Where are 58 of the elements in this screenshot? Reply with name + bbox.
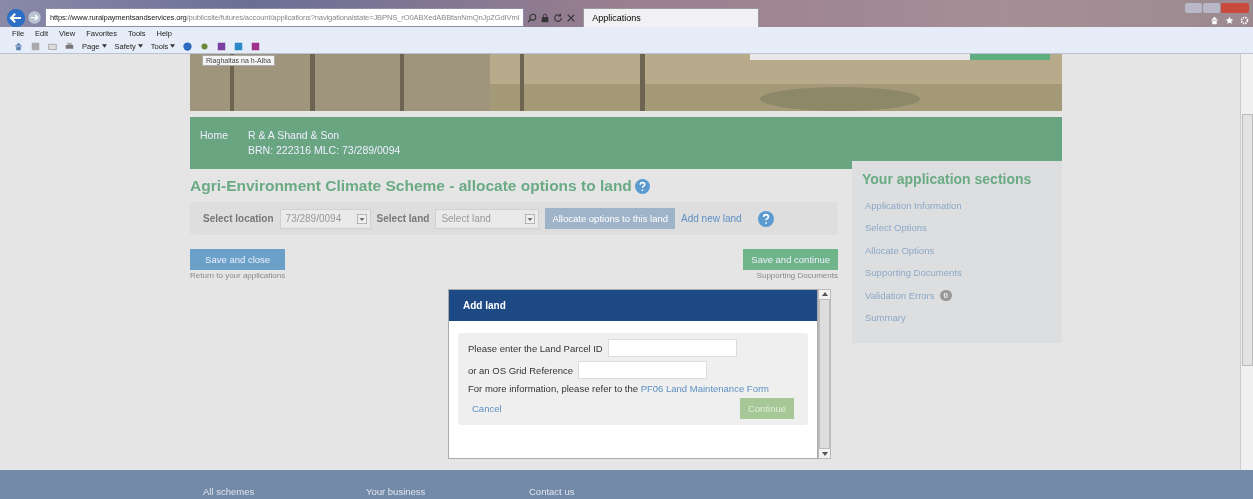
page-title: Agri-Environment Climate Scheme - allocate options to land <box>190 177 632 195</box>
business-name: R & A Shand & Son <box>248 129 341 141</box>
close-icon[interactable] <box>566 12 577 23</box>
home-icon[interactable] <box>14 41 23 51</box>
scroll-up-icon[interactable] <box>821 292 828 296</box>
location-dropdown[interactable]: 73/289/0094 <box>279 208 371 229</box>
field-label: Select land <box>376 213 430 224</box>
footer-link[interactable]: Your business <box>366 486 529 499</box>
help-icon[interactable] <box>634 178 650 194</box>
cancel-link[interactable]: Cancel <box>472 403 502 414</box>
footer-link[interactable]: All schemes <box>203 486 366 499</box>
section-link[interactable]: Allocate Options <box>865 244 935 256</box>
scrollbar[interactable] <box>818 289 831 459</box>
section-link[interactable]: Summary <box>865 312 906 324</box>
field-label: Please enter the Land Parcel ID <box>468 342 603 354</box>
save-continue-button[interactable]: Save and continue <box>743 249 838 270</box>
field-label: Select location <box>203 213 274 224</box>
star-icon[interactable] <box>1225 15 1234 25</box>
print-icon[interactable] <box>65 41 74 51</box>
section-link[interactable]: Select Options <box>865 222 927 234</box>
parcel-id-field[interactable] <box>607 339 737 357</box>
section-link[interactable]: Application Information <box>865 199 962 211</box>
dialog-title: Add land <box>463 300 506 311</box>
field-label: or an OS Grid Reference <box>468 364 574 376</box>
page-scrollbar[interactable] <box>1240 54 1253 470</box>
count-badge: 0 <box>939 289 952 301</box>
caret-icon <box>170 44 176 48</box>
land-dropdown[interactable]: Select land <box>435 208 540 229</box>
button-caption: Supporting Documents <box>756 271 838 280</box>
business-ids: BRN: 222316 MLC: 73/289/0094 <box>248 144 401 156</box>
caret-icon <box>101 44 107 48</box>
add-land-link[interactable]: Add new land <box>681 213 742 224</box>
home-link[interactable]: Home <box>200 129 228 169</box>
info-text: For more information, please refer to the PF06 Land Maintenance Form <box>468 383 770 394</box>
button-caption: Return to your applications <box>190 271 286 280</box>
help-icon[interactable] <box>183 41 193 51</box>
caret-icon <box>356 213 367 224</box>
section-link[interactable]: Supporting Documents <box>865 267 962 279</box>
section-link[interactable]: Validation Errors <box>865 289 935 301</box>
settings-icon[interactable] <box>1240 15 1249 25</box>
help-icon[interactable] <box>757 210 774 227</box>
mail-icon[interactable] <box>48 41 57 51</box>
back-icon[interactable] <box>6 7 26 28</box>
browser-tab[interactable]: Applications <box>583 8 760 27</box>
window-controls[interactable] <box>1185 2 1249 13</box>
home-icon[interactable] <box>1210 15 1219 25</box>
form-link[interactable]: PF06 Land Maintenance Form <box>640 383 769 394</box>
refresh-icon[interactable] <box>553 12 564 23</box>
footer-link[interactable]: Contact us <box>529 486 692 499</box>
lock-icon <box>540 12 551 23</box>
caret-icon <box>137 44 143 48</box>
scroll-down-icon[interactable] <box>821 452 828 456</box>
caret-icon <box>525 213 536 224</box>
grid-reference-field[interactable] <box>578 361 708 379</box>
sections-title: Your application sections <box>862 171 1033 187</box>
search-icon[interactable] <box>527 12 538 23</box>
forward-icon[interactable] <box>27 10 42 25</box>
save-close-button[interactable]: Save and close <box>190 249 286 270</box>
